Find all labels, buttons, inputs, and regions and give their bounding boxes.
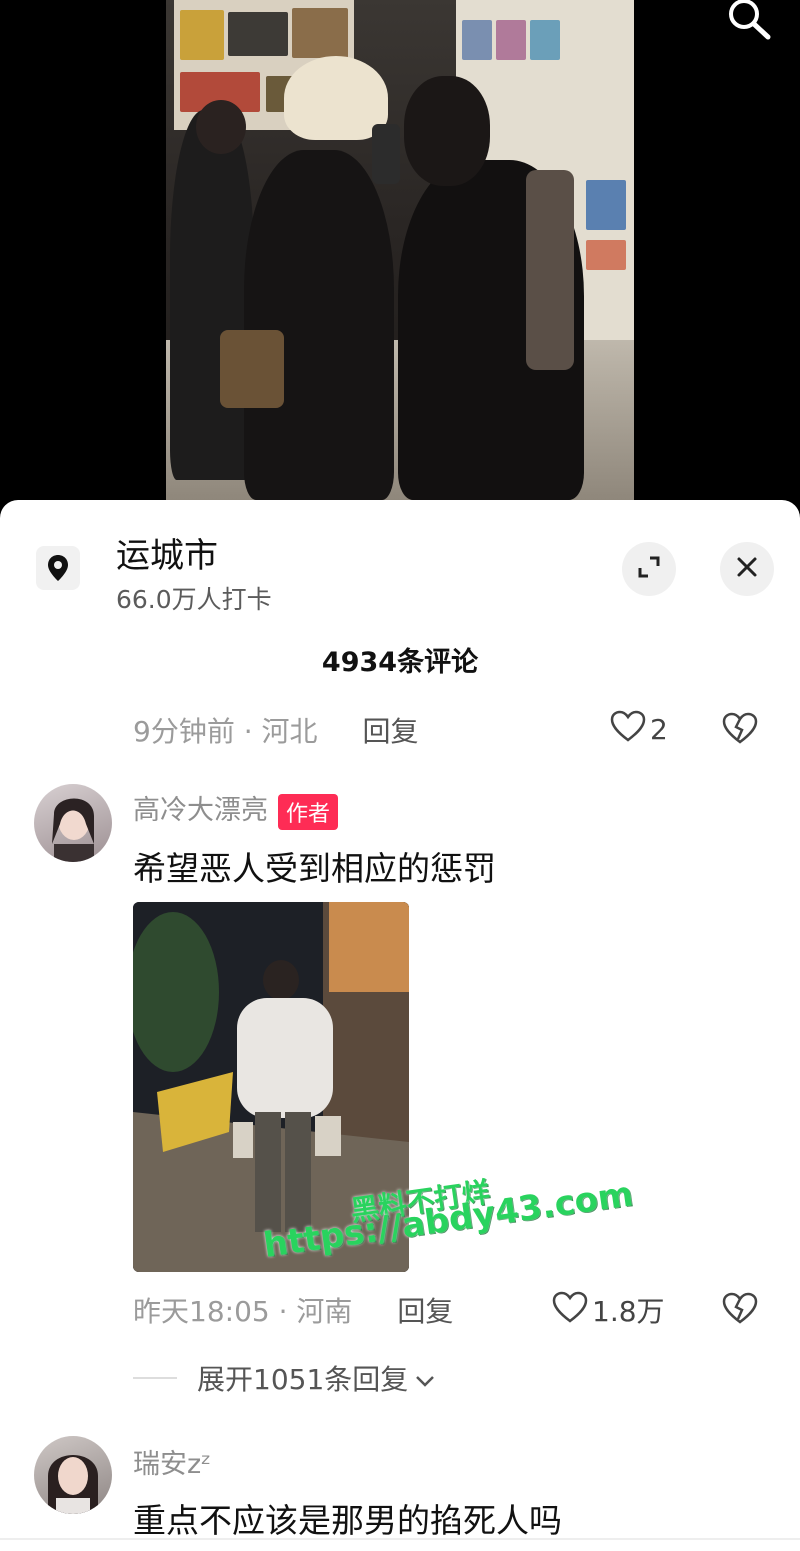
avatar[interactable] — [34, 784, 112, 862]
dislike-button[interactable] — [722, 1292, 758, 1328]
comment-time-location: 9分钟前 · 河北 — [133, 715, 318, 748]
comment-meta: 昨天18:05 · 河南 回复 — [133, 1290, 453, 1330]
comment-meta: 9分钟前 · 河北 回复 — [133, 710, 418, 750]
divider-line — [133, 1377, 177, 1379]
video-player[interactable] — [0, 0, 800, 520]
comment-count: 4934条评论 — [321, 647, 479, 678]
expand-icon — [636, 554, 662, 584]
chevron-down-icon — [414, 1362, 436, 1395]
reply-button[interactable]: 回复 — [362, 715, 418, 748]
like-count: 2 — [650, 713, 668, 746]
username[interactable]: 高冷大漂亮 — [133, 795, 268, 826]
heart-icon — [552, 1291, 592, 1330]
broken-heart-icon — [722, 1292, 758, 1328]
like-count: 1.8万 — [592, 1295, 665, 1328]
reply-button[interactable]: 回复 — [397, 1295, 453, 1328]
like-button[interactable]: 1.8万 — [552, 1290, 665, 1330]
dislike-button[interactable] — [722, 712, 758, 748]
divider — [0, 1538, 800, 1540]
close-button[interactable] — [720, 542, 774, 596]
broken-heart-icon — [722, 712, 758, 748]
expand-button[interactable] — [622, 542, 676, 596]
comment-text: 重点不应该是那男的掐死人吗 — [133, 1501, 562, 1540]
comment-time-location: 昨天18:05 · 河南 — [133, 1295, 353, 1328]
video-frame — [166, 0, 634, 500]
close-icon — [736, 556, 758, 582]
comment-author[interactable]: 高冷大漂亮 作者 — [133, 788, 339, 830]
author-badge: 作者 — [278, 793, 339, 830]
expand-replies-label: 展开1051条回复 — [197, 1363, 409, 1396]
location-pin-icon[interactable] — [36, 546, 80, 590]
avatar[interactable] — [34, 1436, 112, 1514]
search-icon[interactable] — [720, 0, 776, 44]
location-title[interactable]: 运城市 — [116, 528, 218, 577]
location-checkin-count: 66.0万人打卡 — [116, 585, 272, 614]
like-button[interactable]: 2 — [610, 710, 668, 749]
heart-icon — [610, 710, 650, 749]
username[interactable]: 瑞安zᶻ — [133, 1442, 211, 1481]
expand-replies-button[interactable]: 展开1051条回复 — [133, 1358, 436, 1398]
comment-text: 希望恶人受到相应的惩罚 — [133, 849, 496, 888]
